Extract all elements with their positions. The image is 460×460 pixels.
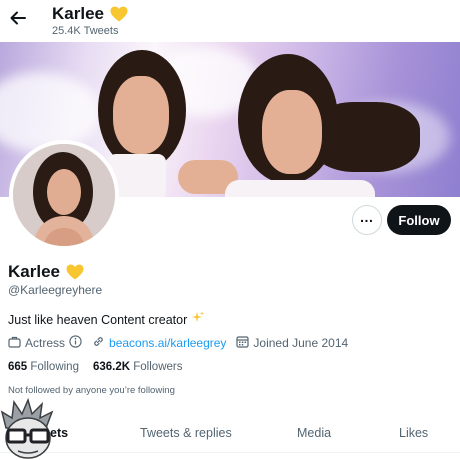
profile-bio: Just like heaven Content creator [8,311,205,328]
followers-label: Followers [133,361,183,373]
tabs-divider [0,452,460,453]
info-icon[interactable] [69,335,82,351]
more-options-label: … [359,209,375,225]
profile-name: Karlee [8,262,60,281]
cartoon-watermark-icon [0,397,58,460]
briefcase-icon [8,336,21,351]
profile-name-row: Karlee [8,262,84,282]
profile-meta: Actress beacons.ai/karleegrey Joined Jun… [8,335,358,351]
not-followed-note: Not followed by anyone you’re following [8,385,175,396]
tab-likes[interactable]: Likes [399,426,428,440]
header-title: Karlee [52,4,128,24]
following-count: 665 [8,361,28,373]
category-item: Actress [8,335,82,351]
back-arrow-icon[interactable] [8,8,28,28]
calendar-icon [236,335,250,351]
link-icon [92,335,105,351]
following-label: Following [30,361,79,373]
profile-avatar[interactable] [9,140,119,250]
more-options-button[interactable]: … [352,205,382,235]
top-bar: Karlee 25.4K Tweets [0,0,460,42]
followers-stat[interactable]: 636.2K Followers [93,361,183,373]
yellow-heart-icon [110,6,128,22]
tab-media[interactable]: Media [297,426,331,440]
profile-tabs: ets Tweets & replies Media Likes [0,418,460,448]
bio-text: Just like heaven Content creator [8,312,188,327]
header-name: Karlee [52,4,104,23]
website-link[interactable]: beacons.ai/karleegrey [109,336,226,350]
joined-date: Joined June 2014 [253,336,349,350]
follow-stats: 665 Following 636.2K Followers [8,361,182,373]
profile-handle: @Karleegreyhere [8,283,103,297]
joined-item: Joined June 2014 [236,335,348,351]
website-item: beacons.ai/karleegrey [92,335,226,351]
yellow-heart-icon [66,264,84,280]
following-stat[interactable]: 665 Following [8,361,79,373]
tab-tweets-replies[interactable]: Tweets & replies [140,426,232,440]
follow-button[interactable]: Follow [387,205,451,235]
tweets-count: 25.4K Tweets [52,25,119,37]
sparkles-icon [191,311,205,328]
category-label: Actress [25,336,66,350]
followers-count: 636.2K [92,361,131,373]
